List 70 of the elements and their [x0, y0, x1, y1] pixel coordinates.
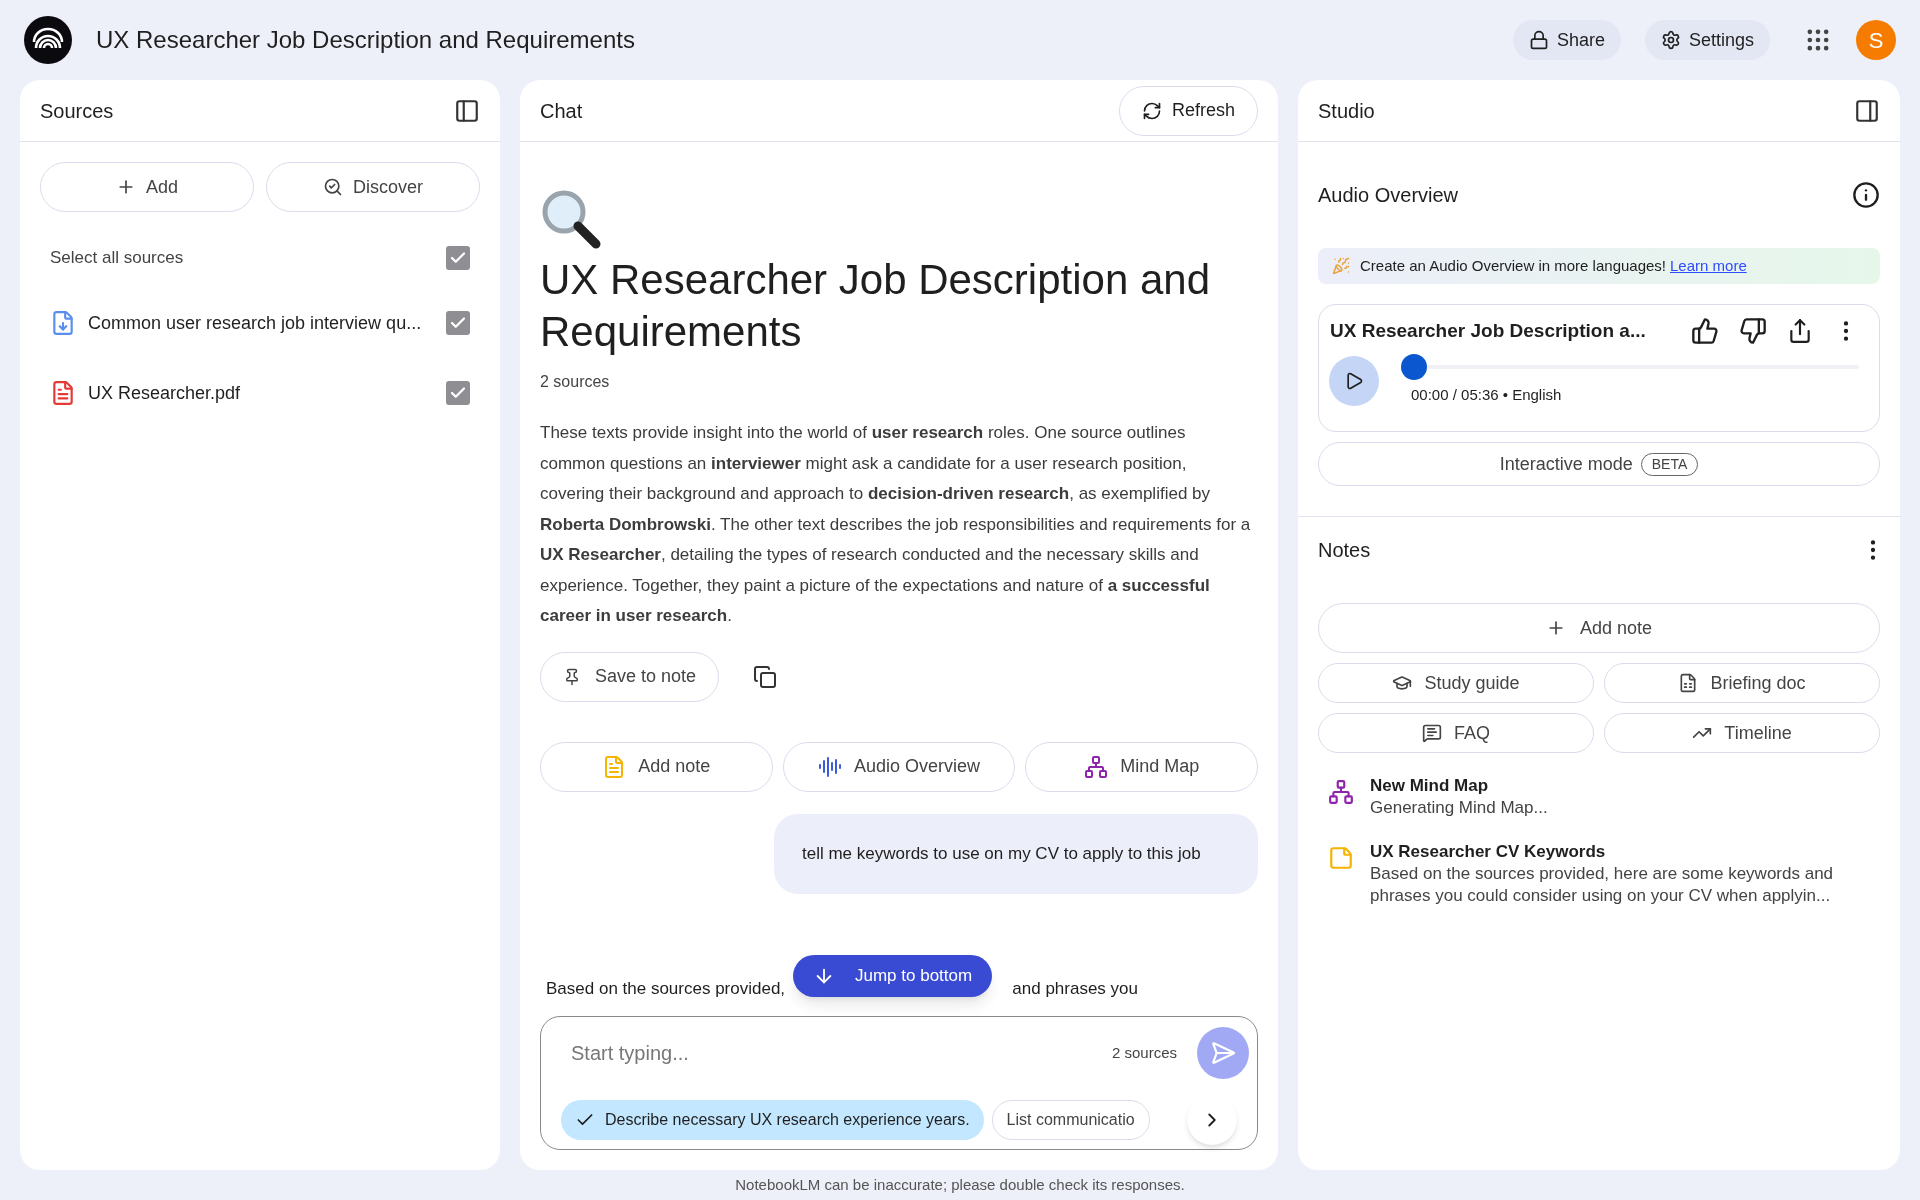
- notebook-heading: UX Researcher Job Description and Requirements: [540, 255, 1211, 357]
- thumbs-down-icon[interactable]: [1739, 317, 1767, 346]
- reply-text: and phrases you: [1012, 977, 1138, 1000]
- note-title: New Mind Map: [1370, 775, 1490, 797]
- note-icon: [1328, 845, 1354, 871]
- note-preview: Based on the sources provided, here are some keywords and phrases you could consider using on your CV when applyin...: [1370, 863, 1835, 907]
- source-item[interactable]: UX Researcher.pdf: [40, 368, 480, 418]
- source-count: 2 sources: [540, 372, 611, 392]
- suggestion-chip[interactable]: Describe necessary UX research experience years.: [561, 1100, 984, 1140]
- search-icon: [323, 177, 343, 197]
- magnifier-icon: [540, 188, 602, 250]
- play-button[interactable]: [1329, 355, 1379, 406]
- audio-progress-track[interactable]: [1401, 353, 1859, 380]
- select-all-label: Select all sources: [50, 247, 184, 270]
- pdf-file-icon: [50, 380, 76, 406]
- add-source-button[interactable]: Add: [40, 162, 254, 212]
- save-to-note-button[interactable]: Save to note: [540, 651, 720, 702]
- summary-text: These texts provide insight into the world of user research roles. One source outlines common questions an interviewer might ask a candidate for a user research position, covering their background and approach to decision-driven research, as exemplified by Roberta Dombrowski. The other text describes the job responsibilities and requirements for a UX Researcher, detailing the types of research conducted and the necessary skills and experience. Together, they paint a picture of the expectations and nature of a successful career in user research.: [540, 422, 1252, 627]
- message-input[interactable]: Start typing...: [561, 1038, 1092, 1068]
- refresh-icon: [1141, 100, 1162, 121]
- mind-map-button[interactable]: Mind Map: [1025, 741, 1258, 792]
- panel-title: Studio: [1318, 98, 1375, 124]
- source-item[interactable]: Common user research job interview qu...: [40, 298, 480, 348]
- discover-button[interactable]: Discover: [266, 162, 480, 212]
- audio-waves-icon: [817, 754, 842, 779]
- logo-icon[interactable]: [24, 16, 72, 64]
- markdown-file-icon: [50, 310, 76, 336]
- section-title: Audio Overview: [1318, 183, 1459, 208]
- jump-to-bottom-button[interactable]: Jump to bottom: [793, 955, 993, 997]
- user-message: tell me keywords to use on my CV to apply to this job: [774, 813, 1258, 894]
- graduation-cap-icon: [1392, 673, 1413, 693]
- pin-icon: [563, 667, 581, 686]
- add-note-button[interactable]: Add note: [1318, 603, 1880, 653]
- mind-map-icon: [1328, 779, 1354, 805]
- disclaimer-text: NotebookLM can be inaccurate; please double check its responses.: [735, 1174, 1185, 1195]
- collapse-panel-icon[interactable]: [1854, 97, 1880, 124]
- checkbox[interactable]: [446, 381, 470, 405]
- mind-map-icon: [1084, 754, 1109, 779]
- play-icon: [1344, 370, 1364, 391]
- settings-icon: [1660, 30, 1681, 50]
- audio-progress-thumb[interactable]: [1401, 353, 1427, 380]
- copy-icon[interactable]: [753, 664, 778, 689]
- banner-text: Create an Audio Overview in more languages!: [1360, 255, 1666, 276]
- learn-more-link[interactable]: Learn more: [1670, 254, 1747, 278]
- note-item[interactable]: UX Researcher CV Keywords Based on the sources provided, here are some keywords and phrases you could consider using on your CV when applyin...: [1318, 841, 1880, 907]
- checkbox[interactable]: [446, 311, 470, 335]
- audio-title: UX Researcher Job Description a...: [1329, 319, 1647, 343]
- audio-time: 00:00 / 05:36 • English: [1410, 384, 1563, 405]
- section-title: Notes: [1318, 538, 1371, 563]
- add-note-button[interactable]: Add note: [540, 741, 773, 792]
- lock-icon: [1528, 30, 1549, 50]
- reply-text: Based on the sources provided,: [546, 977, 786, 1000]
- note-title: UX Researcher CV Keywords: [1370, 841, 1607, 863]
- notebook-title[interactable]: UX Researcher Job Description and Requirements: [96, 22, 1489, 58]
- info-icon[interactable]: [1852, 181, 1880, 209]
- note-item[interactable]: New Mind Map Generating Mind Map...: [1318, 775, 1880, 819]
- settings-button[interactable]: Settings: [1644, 20, 1770, 60]
- note-preview: Generating Mind Map...: [1370, 797, 1548, 819]
- checkbox[interactable]: [446, 246, 470, 270]
- panel-title: Chat: [540, 98, 583, 124]
- document-icon: [1678, 673, 1699, 693]
- chat-icon: [1422, 723, 1442, 743]
- source-count: 2 sources: [1111, 1042, 1177, 1063]
- collapse-panel-icon[interactable]: [454, 97, 480, 124]
- share-button[interactable]: Share: [1512, 20, 1621, 60]
- party-popper-icon: [1332, 257, 1350, 275]
- send-icon: [1210, 1040, 1236, 1066]
- panel-title: Sources: [40, 98, 114, 124]
- share-icon[interactable]: [1787, 318, 1813, 345]
- thumbs-up-icon[interactable]: [1691, 317, 1719, 346]
